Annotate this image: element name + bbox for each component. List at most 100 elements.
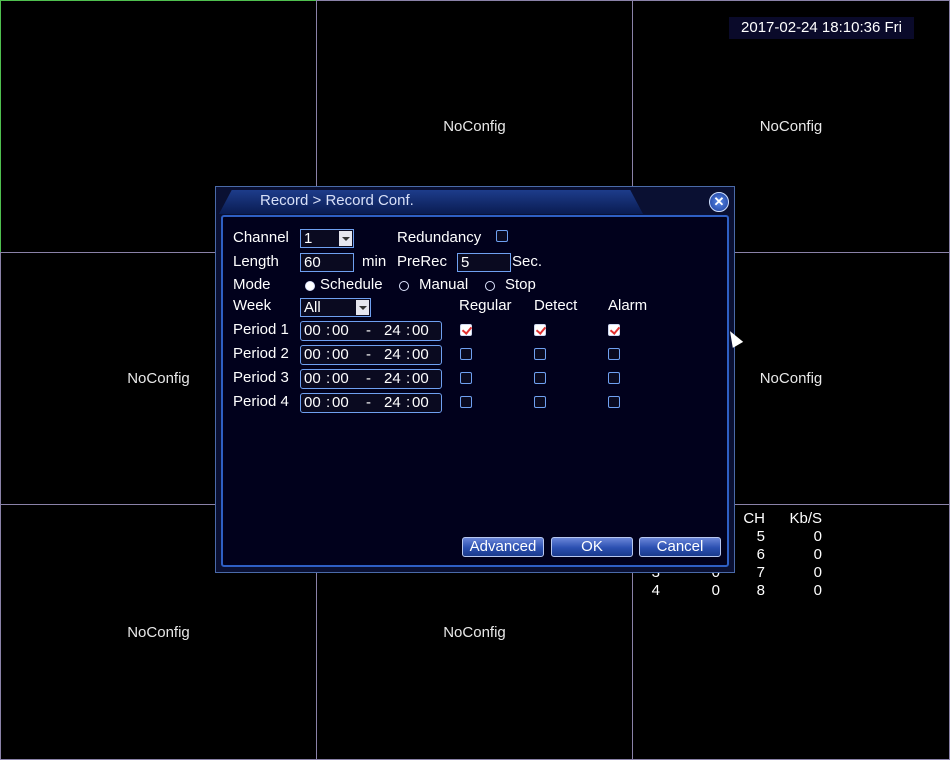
start-hour[interactable]: 00 <box>304 394 321 412</box>
time-separator: : <box>326 370 331 387</box>
bitrate-value: 0 <box>813 528 822 545</box>
detect-checkbox[interactable] <box>534 372 546 384</box>
alarm-checkbox[interactable] <box>608 324 620 336</box>
regular-checkbox[interactable] <box>460 348 472 360</box>
cancel-button[interactable]: Cancel <box>639 537 721 557</box>
bitrate-row: 4 0 8 0 <box>640 582 840 600</box>
mode-stop-label: Stop <box>505 276 536 293</box>
end-minute[interactable]: 00 <box>412 394 429 412</box>
range-separator: - <box>366 370 371 387</box>
bitrate-value: 0 <box>813 582 822 599</box>
time-separator: : <box>406 394 411 411</box>
dialog-title: Record > Record Conf. <box>260 192 414 209</box>
start-hour[interactable]: 00 <box>304 370 321 388</box>
channel-status: NoConfig <box>443 623 506 641</box>
end-minute[interactable]: 00 <box>412 322 429 340</box>
bitrate-value: 0 <box>711 582 720 599</box>
bitrate-ch: 5 <box>756 528 765 545</box>
period-time-range[interactable]: 00 : 00 - 24 : 00 <box>300 393 442 413</box>
bitrate-header-kbs: Kb/S <box>789 510 822 527</box>
week-label: Week <box>233 297 272 314</box>
bitrate-ch: 8 <box>756 582 765 599</box>
detect-checkbox[interactable] <box>534 348 546 360</box>
record-conf-dialog: Record > Record Conf. ✕ Channel 1 Redund… <box>215 186 735 573</box>
start-minute[interactable]: 00 <box>332 370 349 388</box>
chevron-down-icon <box>356 300 369 315</box>
datetime-display: 2017-02-24 18:10:36 Fri <box>729 17 914 39</box>
detect-checkbox[interactable] <box>534 396 546 408</box>
advanced-button[interactable]: Advanced <box>462 537 544 557</box>
detect-header: Detect <box>534 297 578 314</box>
period-label: Period 3 <box>233 369 289 386</box>
time-separator: : <box>326 394 331 411</box>
prerec-unit: Sec. <box>512 253 543 270</box>
range-separator: - <box>366 394 371 411</box>
redundancy-label: Redundancy <box>397 229 482 246</box>
regular-checkbox[interactable] <box>460 324 472 336</box>
mode-radio-schedule[interactable] <box>305 281 315 291</box>
start-minute[interactable]: 00 <box>332 322 349 340</box>
period-label: Period 2 <box>233 345 289 362</box>
end-minute[interactable]: 00 <box>412 346 429 364</box>
channel-status: NoConfig <box>127 370 190 387</box>
week-select-value: All <box>304 299 321 316</box>
period-time-range[interactable]: 00 : 00 - 24 : 00 <box>300 321 442 341</box>
time-separator: : <box>326 322 331 339</box>
prerec-input[interactable]: 5 <box>457 253 511 272</box>
length-input[interactable]: 60 <box>300 253 354 272</box>
mode-radio-stop[interactable] <box>485 281 495 291</box>
channel-select-value: 1 <box>304 230 313 247</box>
end-hour[interactable]: 24 <box>384 346 401 364</box>
end-hour[interactable]: 24 <box>384 394 401 412</box>
chevron-down-icon <box>339 231 352 246</box>
bitrate-value: 0 <box>813 564 822 581</box>
bitrate-ch: 6 <box>756 546 765 563</box>
range-separator: - <box>366 322 371 339</box>
channel-select[interactable]: 1 <box>300 229 354 248</box>
channel-label: Channel <box>233 229 289 246</box>
bitrate-ch: 7 <box>756 564 765 581</box>
channel-status: NoConfig <box>759 370 823 387</box>
range-separator: - <box>366 346 371 363</box>
start-hour[interactable]: 00 <box>304 346 321 364</box>
mode-schedule-label: Schedule <box>320 276 383 293</box>
channel-status: NoConfig <box>127 623 190 641</box>
detect-checkbox[interactable] <box>534 324 546 336</box>
mode-radio-manual[interactable] <box>399 281 409 291</box>
time-separator: : <box>406 322 411 339</box>
alarm-checkbox[interactable] <box>608 348 620 360</box>
period-label: Period 1 <box>233 321 289 338</box>
prerec-label: PreRec <box>397 253 448 270</box>
end-minute[interactable]: 00 <box>412 370 429 388</box>
redundancy-checkbox[interactable] <box>496 230 508 242</box>
alarm-checkbox[interactable] <box>608 396 620 408</box>
start-minute[interactable]: 00 <box>332 346 349 364</box>
period-label: Period 4 <box>233 393 289 410</box>
regular-checkbox[interactable] <box>460 372 472 384</box>
channel-status: NoConfig <box>759 118 823 135</box>
close-icon[interactable]: ✕ <box>709 192 729 212</box>
time-separator: : <box>406 346 411 363</box>
start-hour[interactable]: 00 <box>304 322 321 340</box>
week-select[interactable]: All <box>300 298 371 317</box>
period-time-range[interactable]: 00 : 00 - 24 : 00 <box>300 369 442 389</box>
ok-button[interactable]: OK <box>551 537 633 557</box>
start-minute[interactable]: 00 <box>332 394 349 412</box>
end-hour[interactable]: 24 <box>384 322 401 340</box>
regular-checkbox[interactable] <box>460 396 472 408</box>
alarm-checkbox[interactable] <box>608 372 620 384</box>
bitrate-header-ch: CH <box>743 510 765 527</box>
bitrate-ch: 4 <box>651 582 660 599</box>
mode-manual-label: Manual <box>419 276 469 293</box>
bitrate-value: 0 <box>813 546 822 563</box>
dialog-body: Channel 1 Redundancy Length 60 min PreRe… <box>221 215 729 567</box>
time-separator: : <box>406 370 411 387</box>
period-time-range[interactable]: 00 : 00 - 24 : 00 <box>300 345 442 365</box>
regular-header: Regular <box>459 297 512 314</box>
channel-status: NoConfig <box>443 118 506 135</box>
end-hour[interactable]: 24 <box>384 370 401 388</box>
mode-label: Mode <box>233 276 271 293</box>
length-label: Length <box>233 253 279 270</box>
alarm-header: Alarm <box>608 297 648 314</box>
length-unit: min <box>362 253 387 270</box>
